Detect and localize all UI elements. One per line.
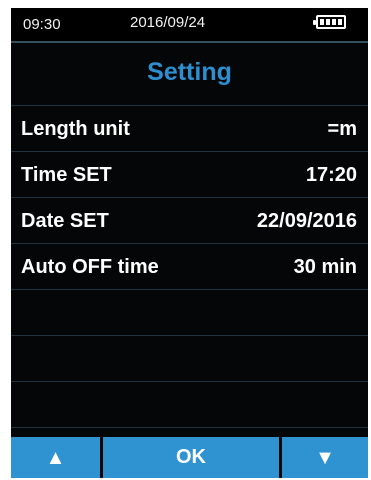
status-time: 09:30 xyxy=(23,16,61,33)
auto-off-time-value: 30 min xyxy=(293,256,357,278)
menu-row-auto-off-time[interactable]: Auto OFF time 30 min xyxy=(11,243,368,289)
time-set-label: Time SET xyxy=(21,164,112,186)
empty-menu-row-1 xyxy=(11,289,368,335)
device-screen: 09:30 2016/09/24 Setting Length unit =m … xyxy=(11,8,368,478)
time-set-value: 17:20 xyxy=(305,164,357,186)
ok-button-label: OK xyxy=(176,446,206,468)
menu-row-time-set[interactable]: Time SET 17:20 xyxy=(11,151,368,197)
auto-off-time-label: Auto OFF time xyxy=(21,256,159,278)
length-unit-value: =m xyxy=(327,118,357,140)
battery-cell-1 xyxy=(320,19,324,25)
settings-menu: Length unit =m Time SET 17:20 Date SET 2… xyxy=(11,105,368,437)
page-title: Setting xyxy=(147,58,232,86)
up-arrow-icon: ▲ xyxy=(45,446,66,469)
up-button[interactable]: ▲ xyxy=(11,437,100,478)
battery-cell-2 xyxy=(326,19,330,25)
down-button[interactable]: ▼ xyxy=(282,437,368,478)
status-bar: 09:30 2016/09/24 xyxy=(11,8,368,41)
menu-row-length-unit[interactable]: Length unit =m xyxy=(11,105,368,151)
battery-cell-3 xyxy=(332,19,336,25)
empty-menu-row-2 xyxy=(11,335,368,381)
down-arrow-icon: ▼ xyxy=(315,446,335,469)
header-divider xyxy=(11,41,368,43)
battery-icon xyxy=(313,15,346,29)
empty-menu-row-3 xyxy=(11,381,368,427)
date-set-value: 22/09/2016 xyxy=(256,210,357,232)
date-set-label: Date SET xyxy=(21,210,109,232)
length-unit-label: Length unit xyxy=(21,118,130,140)
menu-row-date-set[interactable]: Date SET 22/09/2016 xyxy=(11,197,368,243)
ok-button[interactable]: OK xyxy=(103,437,279,478)
status-date: 2016/09/24 xyxy=(130,14,206,31)
battery-cell-4 xyxy=(338,19,342,25)
soft-button-bar: ▲ OK ▼ xyxy=(11,437,368,478)
empty-menu-row-4 xyxy=(11,427,368,437)
